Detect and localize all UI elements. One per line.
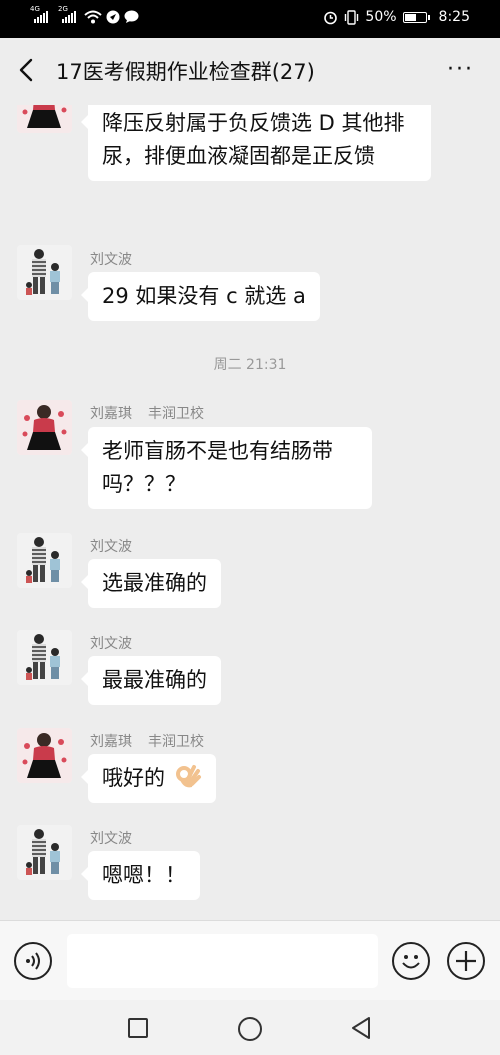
wifi-icon [84,10,102,24]
battery-fill [404,13,416,21]
avatar[interactable] [17,245,72,300]
message-bubble[interactable]: 嗯嗯！！ [81,851,200,900]
avatar-family-image [17,533,72,588]
sender-name: 刘文波 [90,633,132,653]
message-bubble[interactable]: 降压反射属于负反馈选 D 其他排尿，排便血液凝固都是正反馈 [81,105,431,181]
sender-name-text: 刘文波 [90,831,132,847]
more-button[interactable]: ··· [447,59,474,81]
avatar[interactable] [17,825,72,880]
signal-label-2: 2G [58,5,68,13]
battery-icon [402,11,430,23]
sender-name-text: 刘文波 [90,636,132,652]
avatar[interactable] [17,630,72,685]
message-text: 29 如果没有 c 就选 a [102,284,306,308]
clock: 8:25 [438,9,470,25]
status-left: 4G 2G [30,5,139,24]
page-title: 17医考假期作业检查群(27) [56,60,315,84]
avatar-family-image [17,825,72,880]
message-text: 选最准确的 [102,571,207,595]
avatar[interactable] [17,400,72,455]
signal-icon: 4G [30,5,48,23]
status-right: 50% 8:25 [323,9,470,25]
message-bubble[interactable]: 最最准确的 [81,656,221,705]
avatar-girl-image [17,728,72,783]
signal-label: 4G [30,5,40,13]
message-bubble[interactable]: 选最准确的 [81,559,221,608]
sender-school: 丰润卫校 [148,734,204,750]
message-input[interactable] [67,934,378,988]
chat-area[interactable]: 降压反射属于负反馈选 D 其他排尿，排便血液凝固都是正反馈 刘文波 29 如果没… [0,105,500,920]
voice-button[interactable] [14,942,52,980]
message-bubble[interactable]: 哦好的 [81,754,216,803]
sender-name-text: 刘嘉琪 [90,406,132,422]
emoji-button[interactable] [392,942,430,980]
avatar-girl-image [17,105,72,133]
sender-school: 丰润卫校 [148,406,204,422]
avatar-family-image [17,245,72,300]
avatar-family-image [17,630,72,685]
sender-name-text: 刘文波 [90,539,132,555]
status-bar: 4G 2G 50% 8:25 [0,0,500,38]
time-divider: 周二 21:31 [213,357,287,373]
sender-name: 刘嘉琪 丰润卫校 [90,731,204,751]
location-icon [106,10,120,24]
back-icon[interactable] [15,57,41,83]
message-text: 最最准确的 [102,668,207,692]
sender-name: 刘文波 [90,536,132,556]
signal-icon-2: 2G [58,5,76,23]
message-text: 降压反射属于负反馈选 D 其他排尿，排便血液凝固都是正反馈 [102,111,405,168]
plus-icon [456,951,476,971]
battery-percent: 50% [365,9,397,25]
ok-hand-emoji-icon [175,765,201,788]
smiley-icon [402,955,420,969]
message-text: 老师盲肠不是也有结肠带吗？？？ [102,439,333,496]
sender-name: 刘文波 [90,828,132,848]
chat-header: 17医考假期作业检查群(27) ··· [0,38,500,105]
alarm-icon [324,11,338,24]
input-bar [0,920,500,1000]
sender-name: 刘文波 [90,249,132,269]
avatar-girl-image [17,400,72,455]
sender-name-text: 刘文波 [90,252,132,268]
message-text: 嗯嗯！！ [102,863,186,887]
sender-name-text: 刘嘉琪 [90,734,132,750]
more-functions-button[interactable] [447,942,485,980]
home-button[interactable] [238,1017,262,1041]
voice-icon [26,952,40,970]
message-text: 哦好的 [102,766,165,790]
avatar[interactable] [17,728,72,783]
system-nav-bar [0,1000,500,1055]
avatar[interactable] [17,533,72,588]
avatar[interactable] [17,105,72,133]
message-bubble[interactable]: 老师盲肠不是也有结肠带吗？？？ [81,427,372,509]
nav-back-icon[interactable] [350,1016,372,1040]
message-icon [124,10,139,23]
sender-name: 刘嘉琪 丰润卫校 [90,403,204,423]
vibrate-icon [345,9,359,25]
message-bubble[interactable]: 29 如果没有 c 就选 a [81,272,320,321]
recents-button[interactable] [128,1018,148,1038]
